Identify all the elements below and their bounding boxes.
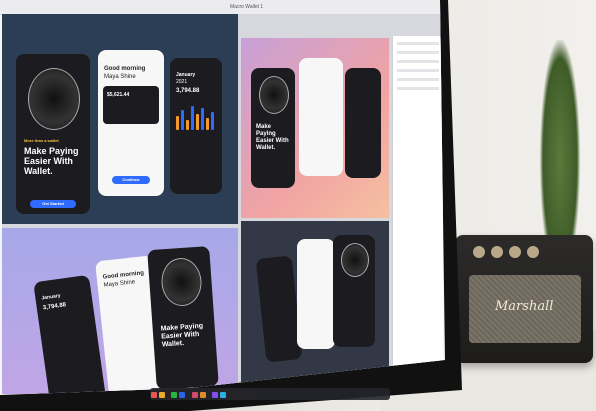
phone-wallet-intro: More than a wallet Make Paying Easier Wi…	[16, 54, 90, 214]
wallet-tagline-3: Make Paying Easier With Wallet.	[160, 322, 204, 349]
phone-wallet-intro-2: Make Paying Easier With Wallet.	[251, 68, 295, 188]
phone-analytics-2	[345, 68, 381, 178]
design-canvas: More than a wallet Make Paying Easier Wi…	[2, 14, 443, 394]
monitor-screen: Macro Wallet 1 More than a wallet Make P…	[0, 0, 445, 395]
window-title-bar: Macro Wallet 1	[0, 0, 445, 15]
wallet-3d-graphic	[28, 68, 80, 130]
user-name-3: Maya Shine	[103, 279, 136, 289]
chart-month: January	[176, 72, 196, 78]
get-started-button[interactable]: Get Started	[30, 200, 76, 208]
greeting-text: Good morning	[104, 66, 146, 72]
mini-bar-chart	[176, 104, 216, 130]
wallet-tagline: Make Paying Easier With Wallet.	[24, 146, 79, 176]
mockup-panel-4[interactable]	[241, 221, 389, 394]
phone-analytics: January 2021 3,794.88	[170, 58, 222, 194]
card-balance: $5,621.44	[107, 92, 130, 98]
balance-card: $5,621.44	[103, 86, 159, 124]
chart-month-3: January	[41, 292, 61, 302]
wallet-3d-graphic-3	[159, 256, 204, 308]
mockup-panel-3[interactable]: January 3,794.88 Good morning Maya Shine…	[2, 228, 238, 394]
phone-analytics-4	[255, 255, 303, 363]
continue-button[interactable]: Continue	[112, 176, 150, 184]
speaker-brand: Marshall	[495, 299, 554, 314]
phone-dashboard: Good morning Maya Shine $5,621.44 Contin…	[98, 50, 164, 196]
mockup-panel-2[interactable]: Make Paying Easier With Wallet.	[241, 38, 389, 218]
phone-dashboard-4	[297, 239, 335, 349]
wallet-3d-graphic-4	[341, 243, 369, 277]
phone-wallet-intro-4	[333, 235, 375, 347]
user-name: Maya Shine	[104, 74, 136, 80]
wallet-3d-graphic-2	[259, 76, 289, 114]
mockup-panel-1[interactable]: More than a wallet Make Paying Easier Wi…	[2, 14, 238, 224]
properties-sidebar[interactable]	[392, 36, 443, 394]
phone-analytics-3: January 3,794.88	[33, 274, 107, 394]
greeting-text-3: Good morning	[102, 270, 145, 281]
window-title: Macro Wallet 1	[230, 4, 264, 10]
phone-dashboard-2	[299, 58, 343, 176]
speaker-knobs	[473, 245, 573, 263]
wallet-kicker: More than a wallet	[24, 138, 59, 143]
chart-amount: 3,794.88	[176, 88, 200, 94]
wallet-tagline-2: Make Paying Easier With Wallet.	[256, 124, 289, 151]
phone-wallet-intro-3: Make Paying Easier With Wallet.	[147, 246, 219, 390]
chart-amount-3: 3,794.88	[42, 302, 67, 312]
dock[interactable]	[150, 388, 390, 400]
speaker: Marshall	[455, 235, 593, 363]
chart-year: 2021	[176, 79, 188, 85]
